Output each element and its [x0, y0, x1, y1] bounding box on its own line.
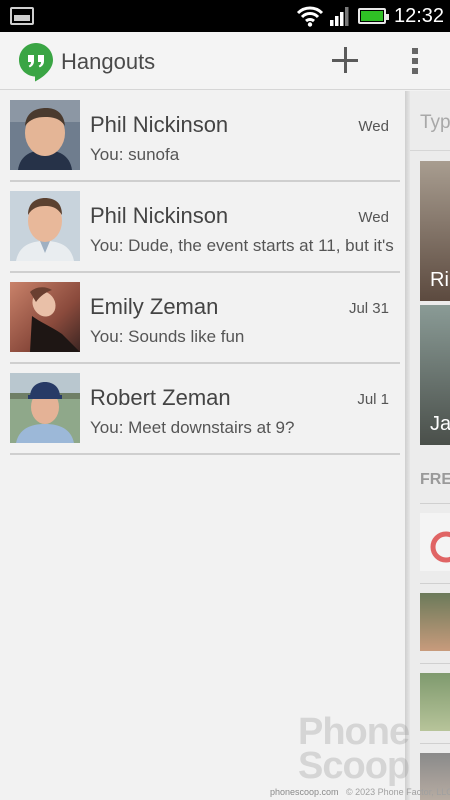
- message-preview: You: Meet downstairs at 9?: [90, 418, 295, 437]
- contact-card-name: Ja: [430, 413, 450, 435]
- contact-card[interactable]: Ri: [420, 161, 450, 301]
- section-header: FRE: [420, 471, 450, 488]
- contact-name: Emily Zeman: [90, 294, 219, 319]
- conversation-time: Wed: [358, 209, 389, 226]
- avatar: [10, 373, 80, 443]
- conversation-row[interactable]: Robert Zeman Jul 1 You: Meet downstairs …: [10, 364, 400, 455]
- contact-card[interactable]: Ja: [420, 305, 450, 445]
- watermark-logo: Phone Scoop: [298, 711, 410, 787]
- contact-avatar[interactable]: [420, 673, 450, 731]
- message-preview: You: Dude, the event starts at 11, but i…: [90, 236, 394, 255]
- app-title: Hangouts: [61, 49, 156, 74]
- conversation-row[interactable]: Emily Zeman Jul 31 You: Sounds like fun: [10, 273, 400, 364]
- conversation-row[interactable]: Phil Nickinson Wed You: sunofa: [10, 91, 400, 182]
- conversation-time: Jul 31: [348, 300, 389, 317]
- divider: [420, 583, 450, 584]
- divider: [420, 743, 450, 744]
- search-placeholder: Type: [420, 112, 450, 133]
- battery-icon: [358, 8, 389, 24]
- avatar: [10, 100, 80, 170]
- message-preview: You: sunofa: [90, 145, 180, 164]
- signal-icon: [330, 7, 349, 26]
- contact-avatar[interactable]: [420, 513, 450, 571]
- message-preview: You: Sounds like fun: [90, 327, 245, 346]
- overflow-menu-button[interactable]: [405, 44, 425, 78]
- divider: [420, 503, 450, 504]
- contact-avatar[interactable]: [420, 593, 450, 651]
- watermark-copyright: © 2023 Phone Factor, LLC: [346, 787, 450, 797]
- watermark-url: phonescoop.com: [270, 787, 339, 797]
- hangouts-logo-icon[interactable]: [18, 42, 54, 82]
- conversation-time: Wed: [358, 118, 389, 135]
- avatar: [10, 191, 80, 261]
- divider: [420, 663, 450, 664]
- app-bar: Hangouts: [0, 32, 450, 90]
- contact-search-input[interactable]: Type: [410, 91, 450, 151]
- contact-name: Phil Nickinson: [90, 203, 229, 228]
- status-time: 12:32: [394, 5, 445, 27]
- conversation-list: Phil Nickinson Wed You: sunofa Phil Nick…: [0, 91, 408, 800]
- contact-name: Phil Nickinson: [90, 112, 229, 137]
- conversation-time: Jul 1: [357, 391, 389, 408]
- wifi-icon: [296, 6, 324, 27]
- new-hangout-button[interactable]: [328, 43, 362, 77]
- conversation-row[interactable]: Phil Nickinson Wed You: Dude, the event …: [10, 182, 400, 273]
- image-notification-icon: [10, 7, 34, 25]
- contact-name: Robert Zeman: [90, 385, 231, 410]
- contact-card-name: Ri: [430, 269, 449, 291]
- avatar: [10, 282, 80, 352]
- contacts-side-panel[interactable]: Type Ri Ja FRE: [410, 91, 450, 800]
- status-bar: 12:32: [0, 0, 450, 32]
